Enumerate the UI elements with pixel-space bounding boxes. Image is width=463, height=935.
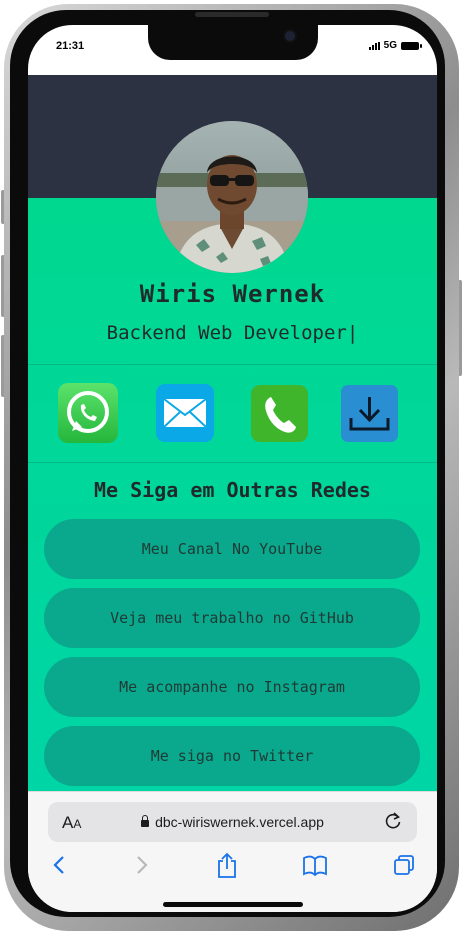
status-indicators: 5G — [368, 40, 422, 51]
youtube-link-button[interactable]: Meu Canal No YouTube — [44, 519, 420, 579]
notch — [148, 25, 318, 60]
download-cv-button[interactable] — [341, 385, 398, 442]
signal-icon — [368, 41, 380, 50]
page-content[interactable]: Wiris Wernek Backend Web Developer| Me S… — [28, 75, 437, 791]
forward-icon[interactable] — [131, 852, 151, 878]
avatar-photo — [156, 121, 308, 273]
profile-name: Wiris Wernek — [139, 280, 326, 308]
browser-toolbar: AA dbc-wiriswernek.vercel.app — [28, 791, 437, 912]
divider-top — [28, 364, 437, 365]
whatsapp-icon — [67, 391, 109, 433]
instagram-link-button[interactable]: Me acompanhe no Instagram — [44, 657, 420, 717]
mail-icon — [163, 398, 207, 428]
address-bar[interactable]: AA dbc-wiriswernek.vercel.app — [48, 802, 417, 842]
download-icon — [349, 397, 390, 431]
lock-icon — [141, 815, 150, 827]
url-display[interactable]: dbc-wiriswernek.vercel.app — [48, 814, 417, 830]
call-button[interactable] — [251, 385, 308, 442]
divider-bottom — [28, 462, 437, 463]
bookmarks-icon[interactable] — [301, 852, 329, 878]
url-text: dbc-wiriswernek.vercel.app — [155, 814, 324, 830]
status-time: 21:31 — [56, 40, 85, 52]
share-icon[interactable] — [215, 852, 239, 880]
email-button[interactable] — [156, 384, 214, 442]
back-icon[interactable] — [50, 852, 70, 878]
phone-icon — [265, 397, 296, 433]
camera-icon — [285, 31, 295, 41]
reload-icon[interactable] — [383, 811, 403, 831]
speaker-grille — [195, 12, 269, 17]
whatsapp-button[interactable] — [58, 383, 118, 443]
twitter-link-button[interactable]: Me siga no Twitter — [44, 726, 420, 786]
phone-screen: 21:31 5G Wiris Wernek Backend Web Develo… — [28, 25, 437, 912]
github-link-button[interactable]: Veja meu trabalho no GitHub — [44, 588, 420, 648]
profile-avatar — [156, 121, 308, 273]
tabs-icon[interactable] — [392, 852, 416, 878]
social-section-title: Me Siga em Outras Redes — [94, 478, 371, 502]
home-indicator[interactable] — [163, 902, 303, 907]
battery-icon — [401, 41, 422, 50]
network-label: 5G — [383, 40, 397, 51]
profile-role: Backend Web Developer| — [106, 322, 359, 344]
